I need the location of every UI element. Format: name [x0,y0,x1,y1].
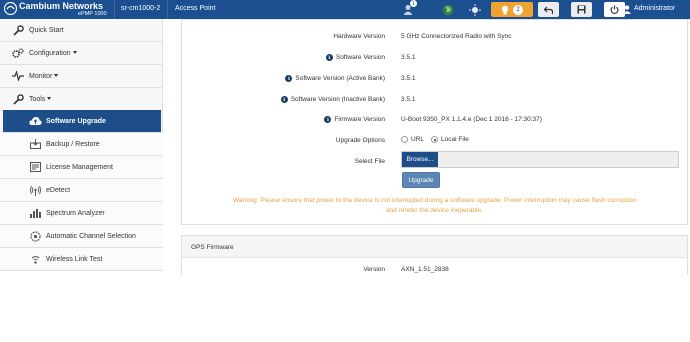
channel-icon [28,229,42,243]
gears-icon [11,46,25,60]
sidebar-item-license-management[interactable]: License Management [0,156,163,179]
file-input[interactable]: Browse... [401,151,679,168]
inactive-bank-row: i Software Version (Inactive Bank) 3.5.1 [182,93,687,107]
hardware-version-label: Hardware Version [333,33,385,40]
hardware-version-row: Hardware Version 5 GHz Connectorized Rad… [182,30,687,44]
sidebar-item-label: Software Upgrade [46,117,106,125]
undo-icon [544,6,553,14]
upgrade-options-row: Upgrade Options URL Local File [182,134,687,148]
info-icon[interactable]: i [285,75,293,82]
power-icon [610,5,619,14]
hardware-version-value: 5 GHz Connectorized Radio with Sync [401,33,512,40]
sidebar-item-label: Backup / Restore [46,140,100,148]
upgrade-icon [28,114,42,128]
upgrade-button[interactable]: Upgrade [402,172,440,188]
save-icon [577,5,586,14]
bars-icon [28,206,42,220]
wrench-icon [11,92,25,106]
nav-quick-start[interactable]: Quick Start [0,19,163,42]
nav-tools[interactable]: Tools [0,88,163,111]
info-icon[interactable]: i [324,116,332,123]
sidebar: Quick Start Configuration Monitor Tools … [0,19,163,271]
alerts-button[interactable]: 2 [491,2,533,17]
software-upgrade-panel: Hardware Version 5 GHz Connectorized Rad… [181,19,688,225]
top-bar: Cambium Networks ePMP 1000 sr-cm1000-2 A… [0,0,690,19]
undo-button[interactable] [538,2,559,17]
sidebar-item-software-upgrade[interactable]: Software Upgrade [3,110,161,133]
gps-panel-header: GPS Firmware [182,236,687,258]
nav-monitor[interactable]: Monitor [0,65,163,88]
upgrade-options-label: Upgrade Options [335,137,385,144]
sidebar-item-backup-restore[interactable]: Backup / Restore [0,133,163,156]
notification-badge: 1 [410,0,417,7]
active-bank-row: i Software Version (Active Bank) 3.5.1 [182,72,687,86]
license-icon [28,160,42,174]
nav-label: Configuration [29,50,77,57]
sidebar-item-label: Automatic Channel Selection [46,232,136,240]
backup-icon [28,137,42,151]
gps-firmware-panel: GPS Firmware Version AXN_1.51_2838 [181,235,688,275]
gps-version-row: Version AXN_1.51_2838 [182,263,687,277]
alert-count: 2 [513,4,523,15]
browse-button[interactable]: Browse... [402,152,438,167]
sidebar-item-automatic-channel-selection[interactable]: Automatic Channel Selection [0,225,163,248]
save-button[interactable] [571,2,592,17]
cambium-logo[interactable]: Cambium Networks ePMP 1000 [4,1,114,18]
upgrade-warning: Warning: Please ensure that power to the… [232,197,637,214]
sidebar-item-label: eDetect [46,186,71,194]
inactive-bank-value: 3.5.1 [401,96,416,103]
signal-icon [28,183,42,197]
brand-name: Cambium Networks [19,1,104,11]
nav-label: Tools [29,96,51,103]
link-test-icon [28,252,42,266]
active-bank-value: 3.5.1 [401,75,416,82]
wrench-icon [11,23,25,37]
firmware-version-label: Firmware Version [334,116,385,123]
divider [114,0,115,19]
sidebar-item-label: License Management [46,163,113,171]
active-bank-label: Software Version (Active Bank) [295,75,385,82]
firmware-version-value: U-Boot 9350_PX 1.1.4.e (Dec 1 2016 - 17:… [401,116,542,123]
info-icon[interactable]: i [280,96,288,103]
software-version-value: 3.5.1 [401,54,416,61]
divider [167,0,168,19]
sidebar-item-spectrum-analyzer[interactable]: Spectrum Analyzer [0,202,163,225]
software-version-row: i Software Version 3.5.1 [182,51,687,65]
sun-icon[interactable] [468,2,482,17]
radio-local-file[interactable] [431,136,439,143]
sidebar-item-wireless-link-test[interactable]: Wireless Link Test [0,248,163,271]
inactive-bank-label: Software Version (Inactive Bank) [290,96,385,103]
globe-icon[interactable] [441,2,455,17]
gps-version-label: Version [363,266,385,273]
nav-configuration[interactable]: Configuration [0,42,163,65]
device-name: sr-cm1000-2 [121,5,161,12]
cambium-logo-icon [4,2,17,15]
nav-label: Quick Start [29,26,64,34]
pulse-icon [11,69,25,83]
radio-local-file-label[interactable]: Local File [441,136,469,143]
gps-version-value: AXN_1.51_2838 [401,266,449,273]
lightbulb-icon [501,5,509,14]
firmware-version-row: i Firmware Version U-Boot 9350_PX 1.1.4.e… [182,113,687,127]
sidebar-item-edetect[interactable]: eDetect [0,179,163,202]
user-menu[interactable]: Administrator [634,5,675,12]
nav-label: Monitor [29,73,58,80]
gps-panel-title: GPS Firmware [191,244,234,251]
radio-url-label[interactable]: URL [411,136,424,143]
model-name: ePMP 1000 [78,11,107,17]
user-icon[interactable] [621,2,633,17]
device-mode: Access Point [175,5,216,12]
select-file-label: Select File [354,158,385,165]
software-version-label: Software Version [335,54,385,61]
info-icon[interactable]: i [325,54,333,61]
radio-url[interactable] [401,136,408,143]
sidebar-item-label: Spectrum Analyzer [46,209,105,217]
sidebar-item-label: Wireless Link Test [46,255,103,263]
